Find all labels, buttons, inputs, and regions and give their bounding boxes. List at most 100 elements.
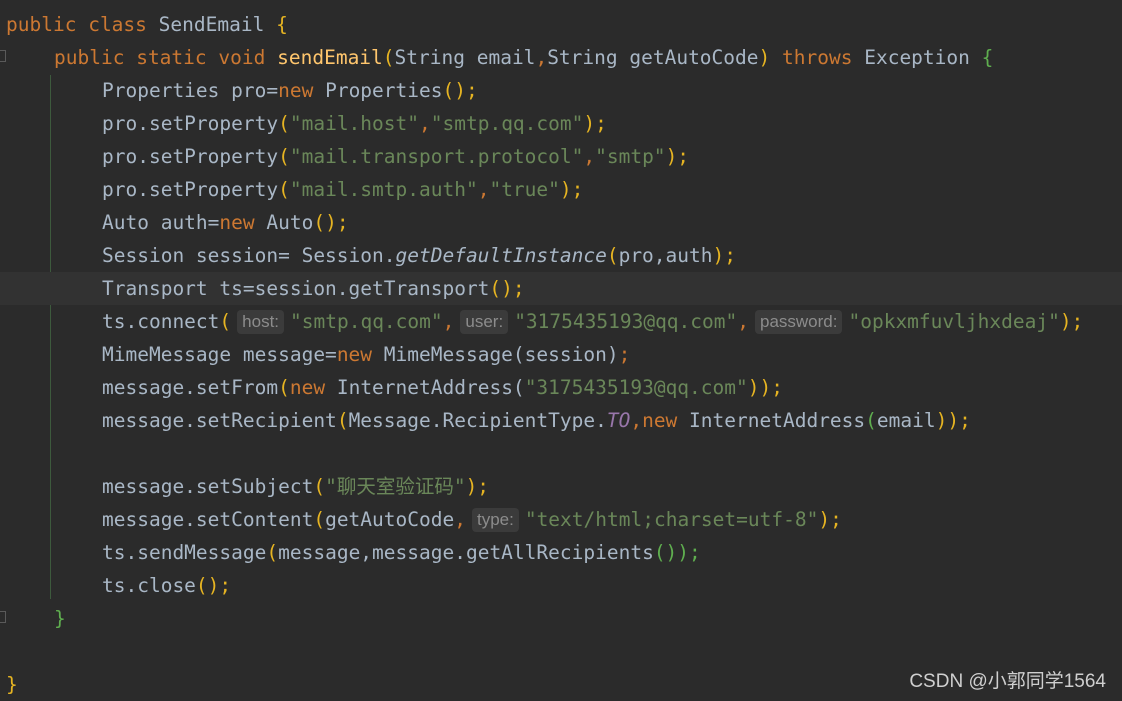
paren: (: [313, 508, 326, 531]
code-text: InternetAddress(: [325, 376, 525, 399]
code-text: message.setRecipient: [102, 409, 337, 432]
paren: (: [382, 46, 395, 69]
paren: (: [606, 244, 619, 267]
keyword: new: [336, 343, 373, 366]
code-line[interactable]: pro.setProperty("mail.smtp.auth","true")…: [0, 173, 1122, 206]
code-line[interactable]: Properties pro=new Properties();: [0, 74, 1122, 107]
paren: ());: [653, 541, 701, 564]
params: String getAutoCode: [547, 46, 759, 69]
string-literal: "3175435193@qq.com": [514, 310, 738, 333]
param-hint: type:: [471, 508, 519, 532]
comma: ,: [737, 310, 749, 333]
code-text: message.setContent: [102, 508, 314, 531]
comma: ,: [442, 310, 455, 333]
string-literal: "smtp.qq.com": [290, 310, 443, 333]
code-text: MimeMessage(session): [372, 343, 619, 366]
code-editor[interactable]: public class SendEmail { public static v…: [0, 0, 1122, 701]
paren: );: [712, 244, 736, 267]
code-text: Auto auth=: [102, 211, 220, 234]
string-literal: "smtp": [595, 145, 666, 168]
comma: ,: [583, 145, 596, 168]
paren: );: [665, 145, 690, 168]
code-text: Message.RecipientType.: [348, 409, 607, 432]
string-literal: "3175435193@qq.com": [524, 376, 748, 399]
keyword: new: [289, 376, 326, 399]
paren: (: [266, 541, 279, 564]
param-hint: host:: [237, 310, 285, 334]
comma: ,: [630, 409, 643, 432]
brace: }: [6, 673, 18, 696]
paren: );: [818, 508, 842, 531]
string-literal: "text/html;charset=utf-8": [524, 508, 819, 531]
string-literal: "mail.host": [289, 112, 419, 135]
paren: (: [278, 112, 290, 135]
code-line[interactable]: ts.sendMessage(message,message.getAllRec…: [0, 536, 1122, 569]
code-line-current[interactable]: Transport ts=session.getTransport();: [0, 272, 1122, 305]
keyword: public: [6, 13, 77, 36]
keyword: new: [642, 409, 678, 432]
keyword: static: [136, 46, 207, 69]
paren: (: [278, 178, 290, 201]
comma: ,: [454, 508, 466, 531]
string-literal: "smtp.qq.com": [430, 112, 584, 135]
code-line[interactable]: public class SendEmail {: [0, 8, 1122, 41]
paren: );: [465, 475, 490, 498]
keyword: class: [88, 13, 147, 36]
param-hint: user:: [460, 310, 509, 334]
brace: }: [54, 607, 66, 630]
code-text: pro.setProperty: [102, 112, 279, 135]
code-text: MimeMessage message=: [102, 343, 337, 366]
code-line[interactable]: Session session= Session.getDefaultInsta…: [0, 239, 1122, 272]
code-line[interactable]: message.setContent(getAutoCode, type: "tex…: [0, 503, 1122, 536]
comma: ,: [477, 178, 490, 201]
code-line[interactable]: message.setFrom(new InternetAddress("317…: [0, 371, 1122, 404]
code-text: message.setFrom: [102, 376, 279, 399]
code-text: message.setSubject: [102, 475, 314, 498]
code-line[interactable]: message.setRecipient(Message.RecipientTy…: [0, 404, 1122, 437]
code-text: getAutoCode: [325, 508, 455, 531]
code-line[interactable]: MimeMessage message=new MimeMessage(sess…: [0, 338, 1122, 371]
comma: ,: [535, 46, 548, 69]
watermark: CSDN @小郭同学1564: [909, 671, 1106, 692]
paren: );: [1059, 310, 1084, 333]
code-text: email: [876, 409, 936, 432]
static-method: getDefaultInstance: [395, 244, 607, 267]
paren: (: [219, 310, 232, 333]
paren: (: [865, 409, 877, 432]
code-text: pro,auth: [618, 244, 713, 267]
code-text: ts.sendMessage: [102, 541, 267, 564]
keyword: new: [219, 211, 255, 234]
paren: ();: [313, 211, 349, 234]
code-line[interactable]: pro.setProperty("mail.transport.protocol…: [0, 140, 1122, 173]
param-hint: password:: [755, 310, 843, 334]
code-line[interactable]: ts.close();: [0, 569, 1122, 602]
paren: ): [758, 46, 771, 69]
paren: (: [336, 409, 349, 432]
paren: (: [278, 376, 290, 399]
code-text: ts.close: [102, 574, 196, 597]
code-line[interactable]: message.setSubject("聊天室验证码");: [0, 470, 1122, 503]
code-line[interactable]: pro.setProperty("mail.host","smtp.qq.com…: [0, 107, 1122, 140]
exception-type: Exception: [864, 46, 970, 69]
brace: {: [276, 13, 288, 36]
code-line[interactable]: Auto auth=new Auto();: [0, 206, 1122, 239]
code-line[interactable]: }: [0, 602, 1122, 635]
paren: );: [559, 178, 584, 201]
paren: ));: [747, 376, 783, 399]
semicolon: ;: [618, 343, 631, 366]
paren: (: [278, 145, 290, 168]
code-line[interactable]: ts.connect(host: "smtp.qq.com", user: "3175…: [0, 305, 1122, 338]
code-text: pro.setProperty: [102, 145, 279, 168]
paren: ();: [442, 79, 478, 102]
keyword: public: [54, 46, 125, 69]
code-text: Session session= Session.: [102, 244, 396, 267]
code-line[interactable]: public static void sendEmail(String emai…: [0, 41, 1122, 74]
constant: TO: [606, 409, 631, 432]
code-text: message,message.getAllRecipients: [278, 541, 654, 564]
keyword: void: [218, 46, 266, 69]
brace: {: [981, 46, 994, 69]
code-text: Transport ts=session.getTransport: [102, 277, 490, 300]
keyword: throws: [782, 46, 853, 69]
paren: (: [313, 475, 326, 498]
string-literal: "opkxmfuvljhxdeaj": [848, 310, 1060, 333]
